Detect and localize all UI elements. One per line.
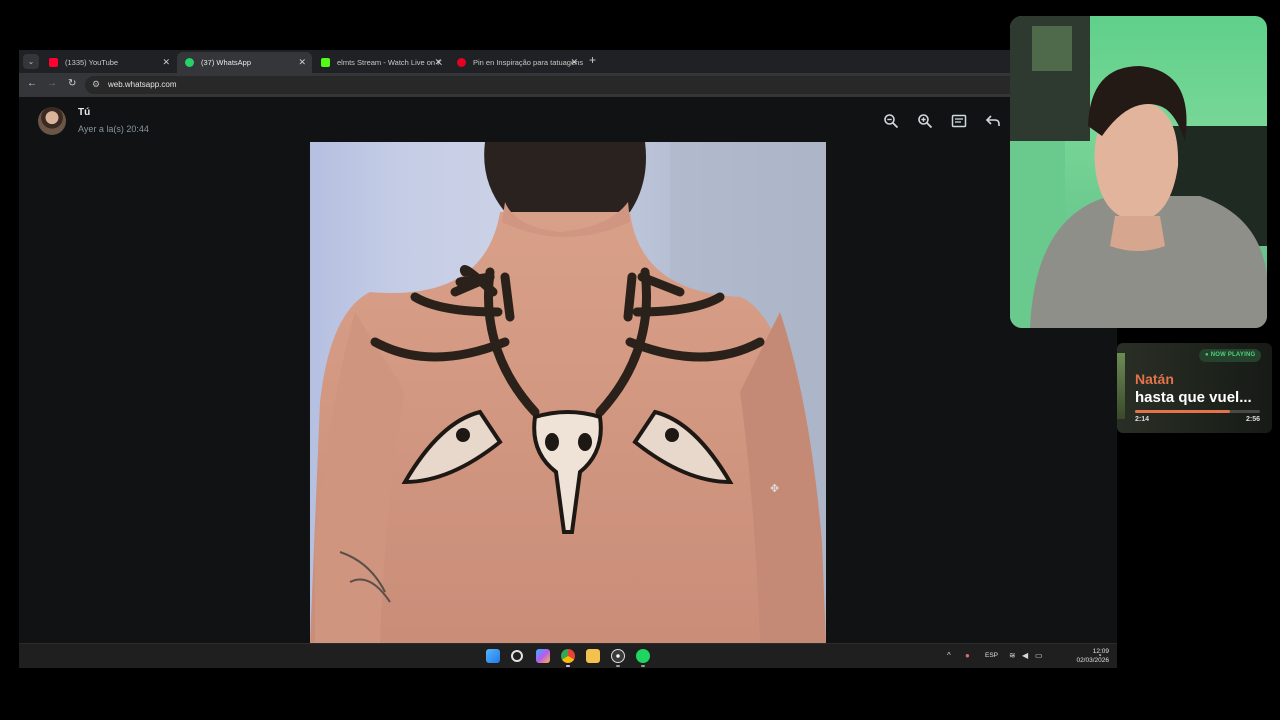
tab-pinterest[interactable]: Pin en Inspiração para tatuagens ✕ xyxy=(449,52,584,73)
zoom-in-icon xyxy=(918,114,933,129)
spotify-icon[interactable] xyxy=(636,649,650,663)
track-progress-bar xyxy=(1135,410,1260,413)
avatar xyxy=(38,107,66,135)
reply-button[interactable] xyxy=(983,111,1003,131)
chrome-running-indicator xyxy=(566,665,570,667)
now-playing-widget: ● NOW PLAYING Natán hasta que vuel... 2:… xyxy=(1117,343,1272,433)
browser-window: ⌄ (1335) YouTube ✕ (37) WhatsApp ✕ elmts… xyxy=(19,50,1117,668)
browser-toolbar: ← → ↻ ⚙ web.whatsapp.com ⌕ xyxy=(19,73,1117,97)
chrome-icon[interactable] xyxy=(561,649,575,663)
streamer-webcam-image xyxy=(1010,16,1267,328)
back-tattoo-image xyxy=(310,142,826,643)
message-timestamp: Ayer a la(s) 20:44 xyxy=(78,124,149,134)
track-artist: Natán xyxy=(1135,371,1174,387)
tattoo-photo xyxy=(310,142,826,643)
search-icon[interactable] xyxy=(511,650,523,662)
tab-youtube[interactable]: (1335) YouTube ✕ xyxy=(41,52,176,73)
windows-start-icon[interactable] xyxy=(486,649,500,663)
whatsapp-media-viewer: Tú Ayer a la(s) 20:44 ✥ xyxy=(19,97,1117,643)
wifi-icon[interactable]: ≋ xyxy=(1009,651,1016,660)
youtube-icon xyxy=(49,58,58,67)
tab-label: Pin en Inspiração para tatuagens xyxy=(473,58,584,67)
site-info-icon[interactable]: ⚙ xyxy=(92,79,100,90)
tab-whatsapp[interactable]: (37) WhatsApp ✕ xyxy=(177,52,312,73)
reload-icon[interactable]: ↻ xyxy=(68,78,76,89)
copilot-icon[interactable] xyxy=(536,649,550,663)
obs-running-indicator xyxy=(616,665,620,667)
move-cursor-icon: ✥ xyxy=(770,483,780,495)
address-bar[interactable]: ⚙ web.whatsapp.com ⌕ xyxy=(85,76,1111,94)
back-arrow-icon[interactable]: ← xyxy=(27,78,37,89)
chevron-up-icon[interactable]: ^ xyxy=(947,651,951,660)
album-art xyxy=(1117,353,1125,419)
whatsapp-icon xyxy=(185,58,194,67)
track-progress-fill xyxy=(1135,410,1230,413)
zoom-out-icon xyxy=(884,114,899,129)
forward-arrow-icon[interactable]: → xyxy=(47,78,57,89)
notifications-icon[interactable]: ◔ xyxy=(1097,651,1102,660)
obs-icon[interactable] xyxy=(611,649,625,663)
file-explorer-icon[interactable] xyxy=(586,649,600,663)
tab-label: (37) WhatsApp xyxy=(201,58,252,67)
close-tab-icon[interactable]: ✕ xyxy=(434,52,442,73)
clock-time[interactable]: 12:09 xyxy=(1074,648,1109,655)
track-total: 2:56 xyxy=(1245,416,1260,423)
go-to-message-button[interactable] xyxy=(949,111,969,131)
battery-icon[interactable]: ▭ xyxy=(1035,651,1043,660)
spotify-running-indicator xyxy=(641,665,645,667)
track-title: hasta que vuel... xyxy=(1135,389,1252,406)
sender-name: Tú xyxy=(78,107,91,118)
volume-icon[interactable]: ◀ xyxy=(1022,651,1028,660)
message-icon xyxy=(951,114,967,128)
windows-taskbar: ^ ● ESP ≋ ◀ ▭ 12:09 02/03/2026 ◔ xyxy=(19,643,1117,668)
tab-search-button[interactable]: ⌄ xyxy=(23,54,39,69)
pinterest-icon xyxy=(457,58,466,67)
webcam-overlay xyxy=(1010,16,1267,328)
microphone-icon[interactable]: ● xyxy=(965,651,970,660)
reply-icon xyxy=(985,115,1000,126)
language-indicator[interactable]: ESP xyxy=(985,652,998,659)
new-tab-button[interactable]: + xyxy=(589,53,596,67)
zoom-out-button[interactable] xyxy=(881,111,901,131)
zoom-in-button[interactable] xyxy=(915,111,935,131)
tab-kick[interactable]: elmts Stream - Watch Live on K ✕ xyxy=(313,52,448,73)
close-tab-icon[interactable]: ✕ xyxy=(570,52,578,73)
close-tab-icon[interactable]: ✕ xyxy=(298,52,306,73)
address-url[interactable]: web.whatsapp.com xyxy=(108,76,176,94)
close-tab-icon[interactable]: ✕ xyxy=(162,52,170,73)
kick-icon xyxy=(321,58,330,67)
tab-label: (1335) YouTube xyxy=(65,58,119,67)
now-playing-badge: ● NOW PLAYING xyxy=(1199,349,1262,362)
tab-label: elmts Stream - Watch Live on K xyxy=(337,58,443,67)
track-elapsed: 2:14 xyxy=(1135,416,1150,423)
tab-strip: ⌄ (1335) YouTube ✕ (37) WhatsApp ✕ elmts… xyxy=(19,50,1117,73)
